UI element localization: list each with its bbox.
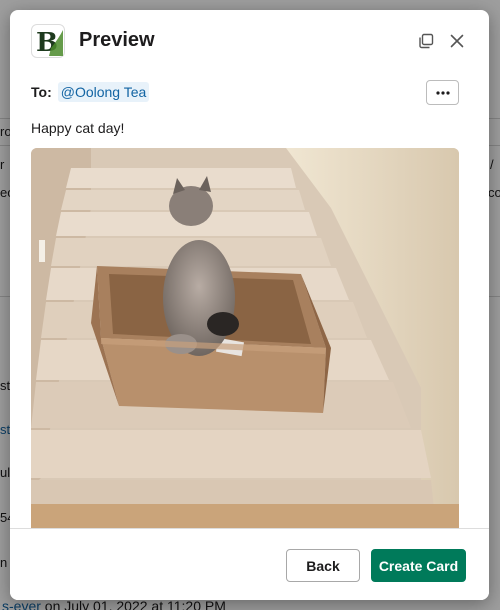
to-label: To: xyxy=(31,84,52,100)
back-button[interactable]: Back xyxy=(286,549,360,582)
recipient-mention[interactable]: @Oolong Tea xyxy=(57,82,150,102)
message-text: Happy cat day! xyxy=(31,120,125,136)
modal-title: Preview xyxy=(79,29,155,51)
app-logo-icon: B xyxy=(36,28,63,56)
popout-icon xyxy=(419,33,434,49)
preview-modal: B Preview To: @Oolong Tea Happy cat day! xyxy=(10,10,489,600)
modal-footer: Back Create Card xyxy=(10,528,489,600)
create-card-button[interactable]: Create Card xyxy=(371,549,466,582)
cat-gif-illustration xyxy=(31,148,459,528)
more-horizontal-icon xyxy=(435,90,450,95)
modal-header: B Preview xyxy=(10,10,489,72)
app-logo: B xyxy=(31,24,65,58)
recipient-row: To: @Oolong Tea xyxy=(31,82,150,102)
cat-gif-image xyxy=(31,148,459,528)
close-icon xyxy=(450,34,464,48)
close-button[interactable] xyxy=(446,30,468,52)
more-actions-button[interactable] xyxy=(426,80,459,105)
popout-button[interactable] xyxy=(415,30,437,52)
